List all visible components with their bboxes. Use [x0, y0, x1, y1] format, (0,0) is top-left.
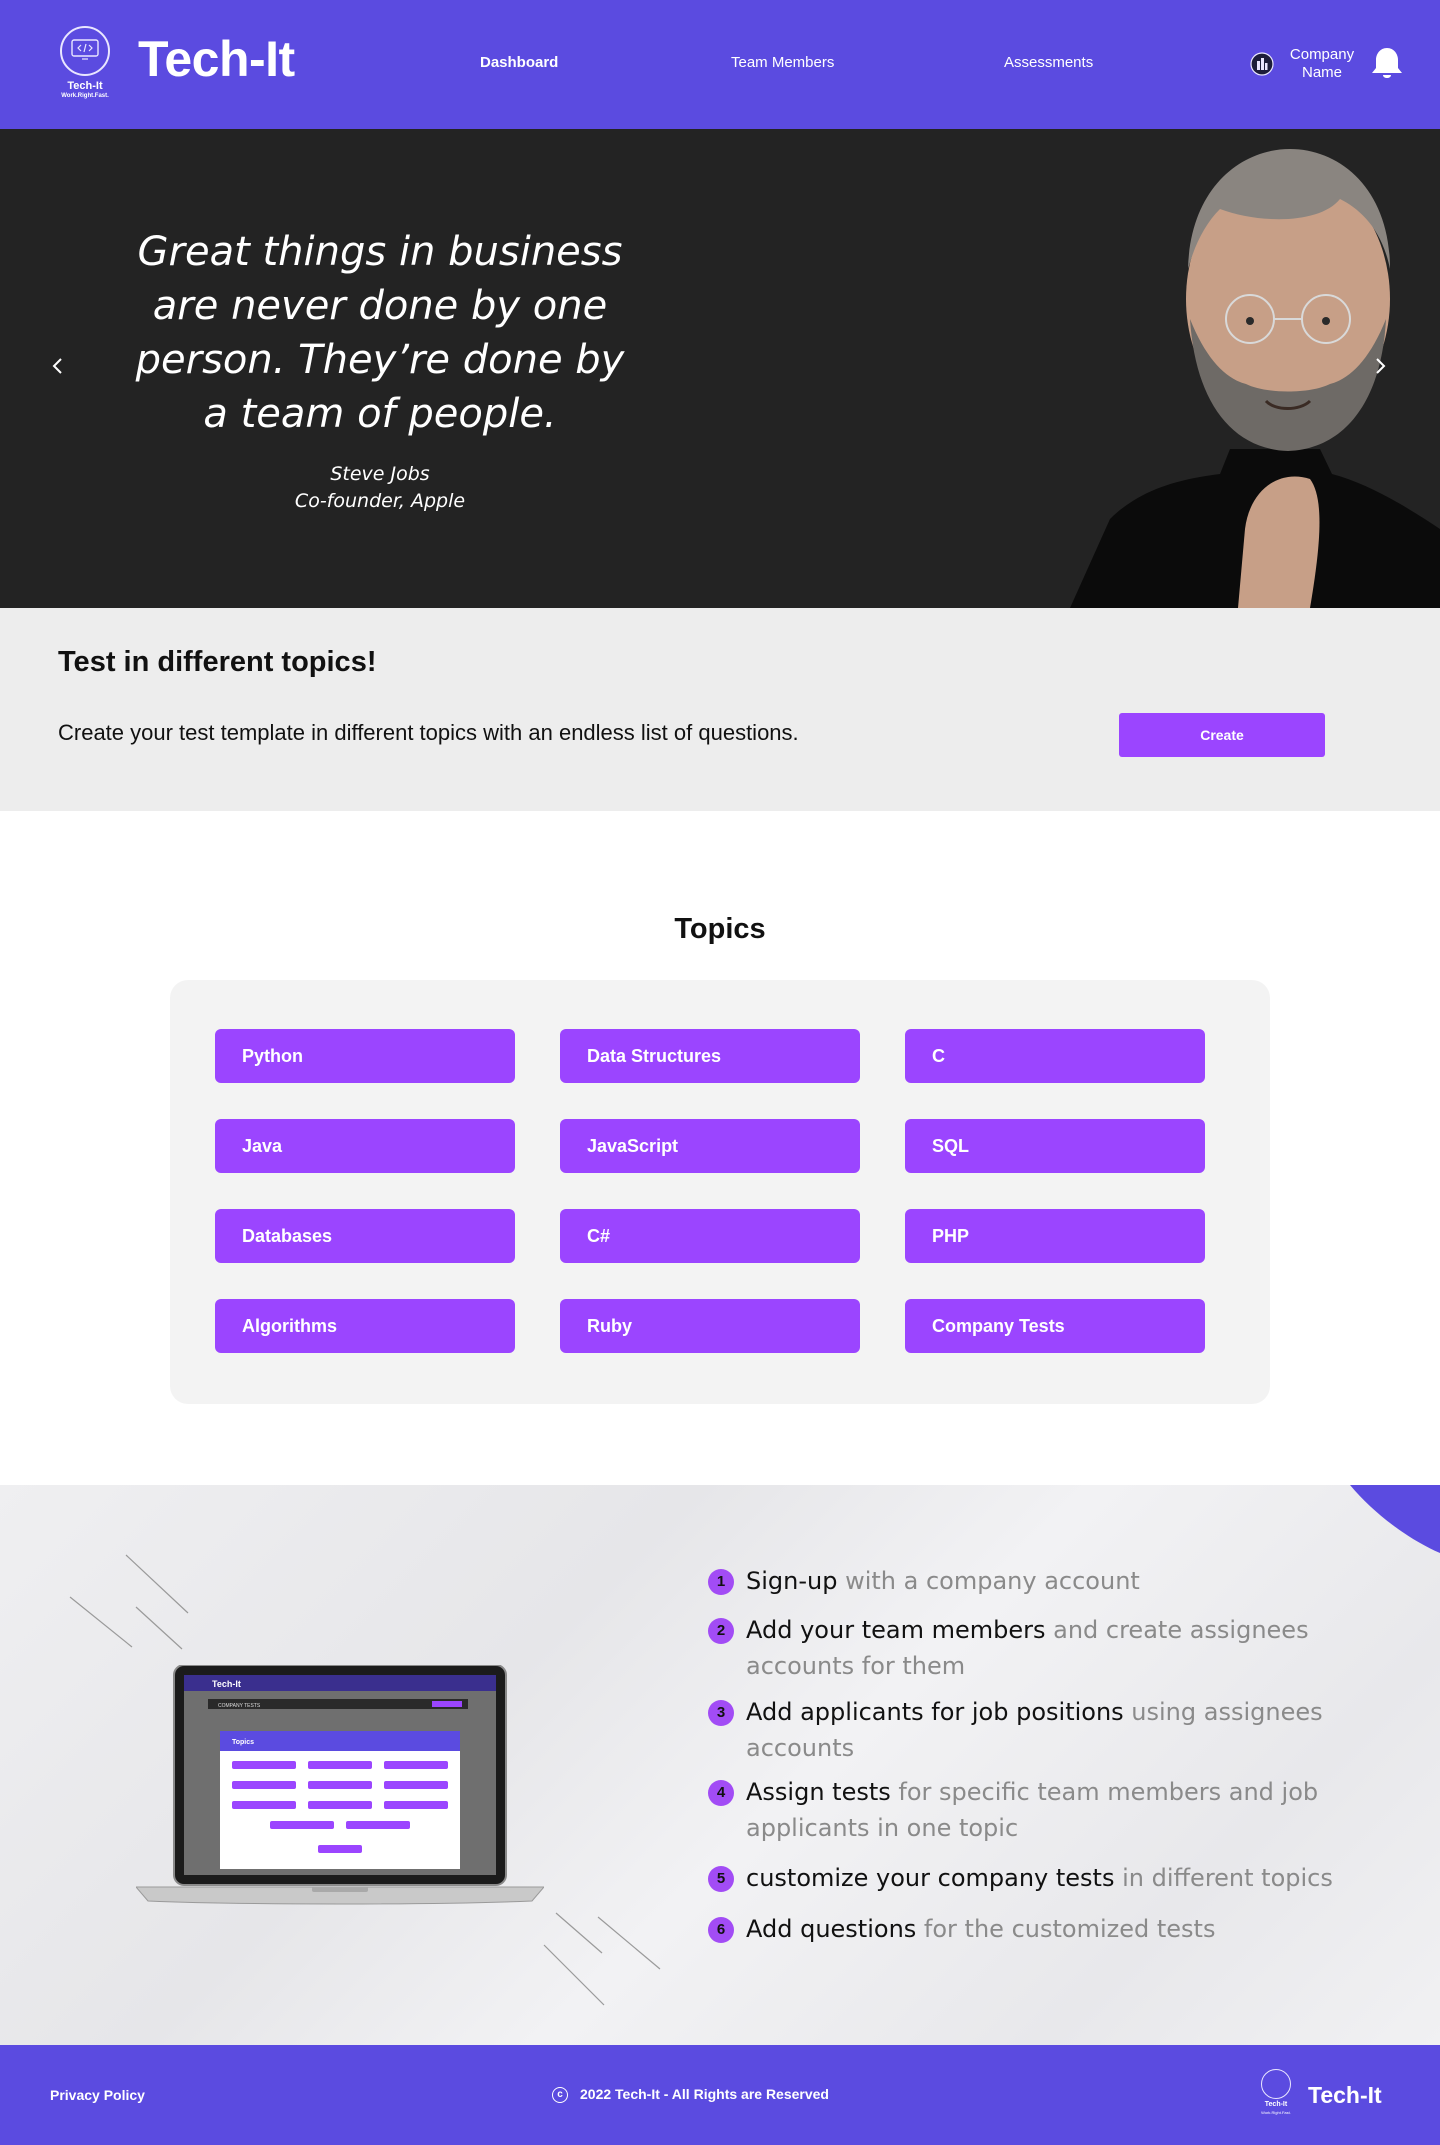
top-navbar: Tech-It Work.Right.Fast. Tech-It Dashboa… — [0, 0, 1440, 129]
laptop-screen-brand: Tech-It — [212, 1679, 241, 1689]
topics-title: Topics — [674, 913, 766, 945]
topic-algorithms[interactable]: Algorithms — [215, 1299, 515, 1353]
brand-title[interactable]: Tech-It — [138, 30, 295, 88]
quote-author: Steve Jobs Co-founder, Apple — [180, 461, 580, 515]
chevron-left-icon[interactable] — [46, 354, 70, 378]
topic-php[interactable]: PHP — [905, 1209, 1205, 1263]
step-strong-text: Add your team members — [746, 1616, 1046, 1644]
copyright-notice: c 2022 Tech-It - All Rights are Reserved — [552, 2086, 829, 2104]
monitor-code-icon — [60, 26, 110, 76]
hero-quote: Great things in business are never done … — [135, 229, 625, 437]
monitor-code-icon — [1261, 2069, 1291, 2099]
topic-company-tests[interactable]: Company Tests — [905, 1299, 1205, 1353]
copyright-text: 2022 Tech-It - All Rights are Reserved — [580, 2086, 829, 2102]
step-strong-text: Assign tests — [746, 1778, 891, 1806]
nav-team-members[interactable]: Team Members — [731, 54, 834, 71]
topic-csharp[interactable]: C# — [560, 1209, 860, 1263]
step-number: 2 — [708, 1618, 734, 1644]
company-name: Company Name — [1280, 46, 1364, 82]
footer: Privacy Policy c 2022 Tech-It - All Right… — [0, 2045, 1440, 2145]
step-number: 3 — [708, 1700, 734, 1726]
topic-ruby[interactable]: Ruby — [560, 1299, 860, 1353]
step-muted-text: for the customized tests — [916, 1915, 1216, 1943]
company-name-line2: Name — [1301, 64, 1342, 81]
company-building-icon — [1250, 52, 1274, 81]
banner-description: Create your test template in different t… — [58, 720, 799, 745]
topic-javascript[interactable]: JavaScript — [560, 1119, 860, 1173]
company-name-line1: Company — [1289, 46, 1355, 63]
topic-databases[interactable]: Databases — [215, 1209, 515, 1263]
footer-brand: Tech-It — [1308, 2082, 1382, 2108]
app-logo[interactable]: Tech-It Work.Right.Fast. — [56, 26, 114, 102]
logo-name: Tech-It — [67, 80, 103, 92]
chevron-right-icon[interactable] — [1368, 354, 1392, 378]
step-strong-text: customize your company tests — [746, 1864, 1115, 1892]
step-strong-text: Add questions — [746, 1915, 917, 1943]
topic-java[interactable]: Java — [215, 1119, 515, 1173]
nav-dashboard[interactable]: Dashboard — [480, 54, 558, 71]
laptop-preview-image: Tech-It COMPANY TESTS Topics — [134, 1664, 546, 1905]
step-number: 1 — [708, 1569, 734, 1595]
quote-carousel: Great things in business are never done … — [0, 129, 1440, 608]
create-test-banner: Test in different topics! Create your te… — [0, 608, 1440, 811]
author-name: Steve Jobs — [330, 463, 430, 485]
copyright-icon: c — [552, 2087, 568, 2104]
laptop-screen-section: COMPANY TESTS — [218, 1703, 261, 1709]
topic-python[interactable]: Python — [215, 1029, 515, 1083]
corner-accent-shape — [1350, 1485, 1440, 1553]
step-muted-text: in different topics — [1114, 1864, 1333, 1892]
how-it-works-section: Tech-It COMPANY TESTS Topics 1 Sign-up w… — [0, 1485, 1440, 2045]
nav-assessments[interactable]: Assessments — [1004, 54, 1093, 71]
footer-logo[interactable]: Tech-It Work.Right.Fast. — [1258, 2069, 1294, 2121]
step-strong-text: Add applicants for job positions — [746, 1698, 1124, 1726]
logo-tagline: Work.Right.Fast. — [61, 93, 109, 99]
laptop-screen-modal-title: Topics — [232, 1739, 254, 1746]
author-title: Co-founder, Apple — [294, 490, 466, 512]
step-number: 6 — [708, 1917, 734, 1943]
footer-logo-name: Tech-It — [1264, 2101, 1288, 2108]
banner-title: Test in different topics! — [58, 646, 377, 678]
create-button[interactable]: Create — [1119, 713, 1325, 757]
topic-c[interactable]: C — [905, 1029, 1205, 1083]
step-muted-text: with a company account — [837, 1567, 1140, 1595]
privacy-policy-link[interactable]: Privacy Policy — [50, 2087, 145, 2103]
topic-sql[interactable]: SQL — [905, 1119, 1205, 1173]
bell-icon[interactable] — [1370, 46, 1404, 87]
step-strong-text: Sign-up — [746, 1567, 838, 1595]
step-number: 4 — [708, 1780, 734, 1806]
step-number: 5 — [708, 1866, 734, 1892]
topic-data-structures[interactable]: Data Structures — [560, 1029, 860, 1083]
footer-logo-tagline: Work.Right.Fast. — [1261, 2110, 1291, 2115]
topics-panel: Python Data Structures C Java JavaScript… — [170, 980, 1270, 1404]
